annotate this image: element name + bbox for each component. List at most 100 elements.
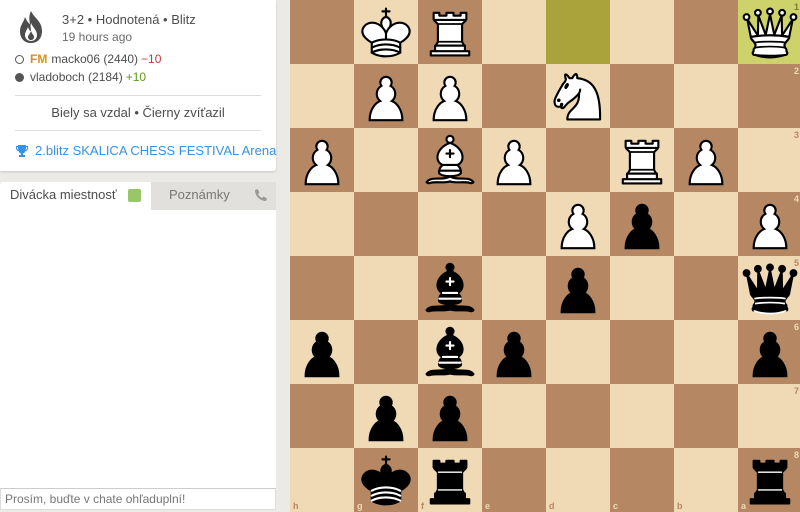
square-b3[interactable] [674, 128, 738, 192]
white-rook-icon[interactable] [418, 0, 482, 64]
square-h7[interactable] [290, 384, 354, 448]
white-pawn-icon[interactable] [418, 64, 482, 128]
player-white-name[interactable]: macko06 (2440) [51, 52, 138, 66]
square-f3[interactable] [418, 128, 482, 192]
square-e1[interactable] [482, 0, 546, 64]
square-a4[interactable]: 4 [738, 192, 800, 256]
black-pawn-icon[interactable] [418, 384, 482, 448]
square-d8[interactable]: d [546, 448, 610, 512]
black-pawn-icon[interactable] [546, 256, 610, 320]
square-c7[interactable] [610, 384, 674, 448]
square-d5[interactable] [546, 256, 610, 320]
chat-toggle-checkbox[interactable] [128, 189, 141, 202]
square-f8[interactable]: f [418, 448, 482, 512]
square-f5[interactable] [418, 256, 482, 320]
square-e7[interactable] [482, 384, 546, 448]
black-bishop-icon[interactable] [418, 320, 482, 384]
player-black-name[interactable]: vladoboch (2184) [30, 70, 123, 84]
square-h4[interactable] [290, 192, 354, 256]
square-g5[interactable] [354, 256, 418, 320]
square-c5[interactable] [610, 256, 674, 320]
tournament-name[interactable]: 2.blitz SKALICA CHESS FESTIVAL Arena [35, 143, 276, 158]
square-d4[interactable] [546, 192, 610, 256]
square-h5[interactable] [290, 256, 354, 320]
square-d7[interactable] [546, 384, 610, 448]
white-knight-icon[interactable] [546, 64, 610, 128]
square-g1[interactable] [354, 0, 418, 64]
square-c4[interactable] [610, 192, 674, 256]
square-f4[interactable] [418, 192, 482, 256]
square-b7[interactable] [674, 384, 738, 448]
square-b8[interactable]: b [674, 448, 738, 512]
square-f6[interactable] [418, 320, 482, 384]
square-d6[interactable] [546, 320, 610, 384]
black-pawn-icon[interactable] [354, 384, 418, 448]
square-h1[interactable] [290, 0, 354, 64]
square-g2[interactable] [354, 64, 418, 128]
white-pawn-icon[interactable] [738, 192, 800, 256]
chess-board[interactable]: 1 2 34 5 6 7 h g f e d c b 8 a [290, 0, 800, 512]
square-f1[interactable] [418, 0, 482, 64]
black-bishop-icon[interactable] [418, 256, 482, 320]
black-pawn-icon[interactable] [610, 192, 674, 256]
black-pawn-icon[interactable] [738, 320, 800, 384]
square-g4[interactable] [354, 192, 418, 256]
white-bishop-icon[interactable] [418, 128, 482, 192]
white-pawn-icon[interactable] [482, 128, 546, 192]
white-queen-icon[interactable] [738, 0, 800, 64]
square-e6[interactable] [482, 320, 546, 384]
square-d2[interactable] [546, 64, 610, 128]
square-e2[interactable] [482, 64, 546, 128]
black-king-icon[interactable] [354, 448, 418, 512]
square-b5[interactable] [674, 256, 738, 320]
square-c3[interactable] [610, 128, 674, 192]
square-d1[interactable] [546, 0, 610, 64]
square-f7[interactable] [418, 384, 482, 448]
square-g6[interactable] [354, 320, 418, 384]
black-rook-icon[interactable] [418, 448, 482, 512]
square-a7[interactable]: 7 [738, 384, 800, 448]
square-a6[interactable]: 6 [738, 320, 800, 384]
square-a1[interactable]: 1 [738, 0, 800, 64]
square-h2[interactable] [290, 64, 354, 128]
square-a8[interactable]: 8a [738, 448, 800, 512]
player-black[interactable]: vladoboch (2184) +10 [15, 70, 146, 84]
square-h8[interactable]: h [290, 448, 354, 512]
square-b2[interactable] [674, 64, 738, 128]
white-pawn-icon[interactable] [674, 128, 738, 192]
white-king-icon[interactable] [354, 0, 418, 64]
black-pawn-icon[interactable] [290, 320, 354, 384]
black-queen-icon[interactable] [738, 256, 800, 320]
square-a5[interactable]: 5 [738, 256, 800, 320]
square-g7[interactable] [354, 384, 418, 448]
black-rook-icon[interactable] [738, 448, 800, 512]
square-g3[interactable] [354, 128, 418, 192]
square-h6[interactable] [290, 320, 354, 384]
square-c2[interactable] [610, 64, 674, 128]
square-b6[interactable] [674, 320, 738, 384]
square-b4[interactable] [674, 192, 738, 256]
white-pawn-icon[interactable] [354, 64, 418, 128]
square-e8[interactable]: e [482, 448, 546, 512]
square-e3[interactable] [482, 128, 546, 192]
white-pawn-icon[interactable] [290, 128, 354, 192]
tab-spectator-room[interactable]: Divácka miestnosť [0, 182, 151, 210]
square-e4[interactable] [482, 192, 546, 256]
square-c8[interactable]: c [610, 448, 674, 512]
chat-input[interactable] [0, 488, 276, 510]
tab-notes[interactable]: Poznámky [151, 182, 276, 210]
square-c1[interactable] [610, 0, 674, 64]
square-h3[interactable] [290, 128, 354, 192]
tournament-link[interactable]: 2.blitz SKALICA CHESS FESTIVAL Arena [15, 143, 276, 158]
square-f2[interactable] [418, 64, 482, 128]
black-pawn-icon[interactable] [482, 320, 546, 384]
square-c6[interactable] [610, 320, 674, 384]
square-b1[interactable] [674, 0, 738, 64]
player-white[interactable]: FM macko06 (2440) −10 [15, 52, 161, 66]
square-e5[interactable] [482, 256, 546, 320]
white-rook-icon[interactable] [610, 128, 674, 192]
square-d3[interactable] [546, 128, 610, 192]
square-a3[interactable]: 3 [738, 128, 800, 192]
square-a2[interactable]: 2 [738, 64, 800, 128]
square-g8[interactable]: g [354, 448, 418, 512]
